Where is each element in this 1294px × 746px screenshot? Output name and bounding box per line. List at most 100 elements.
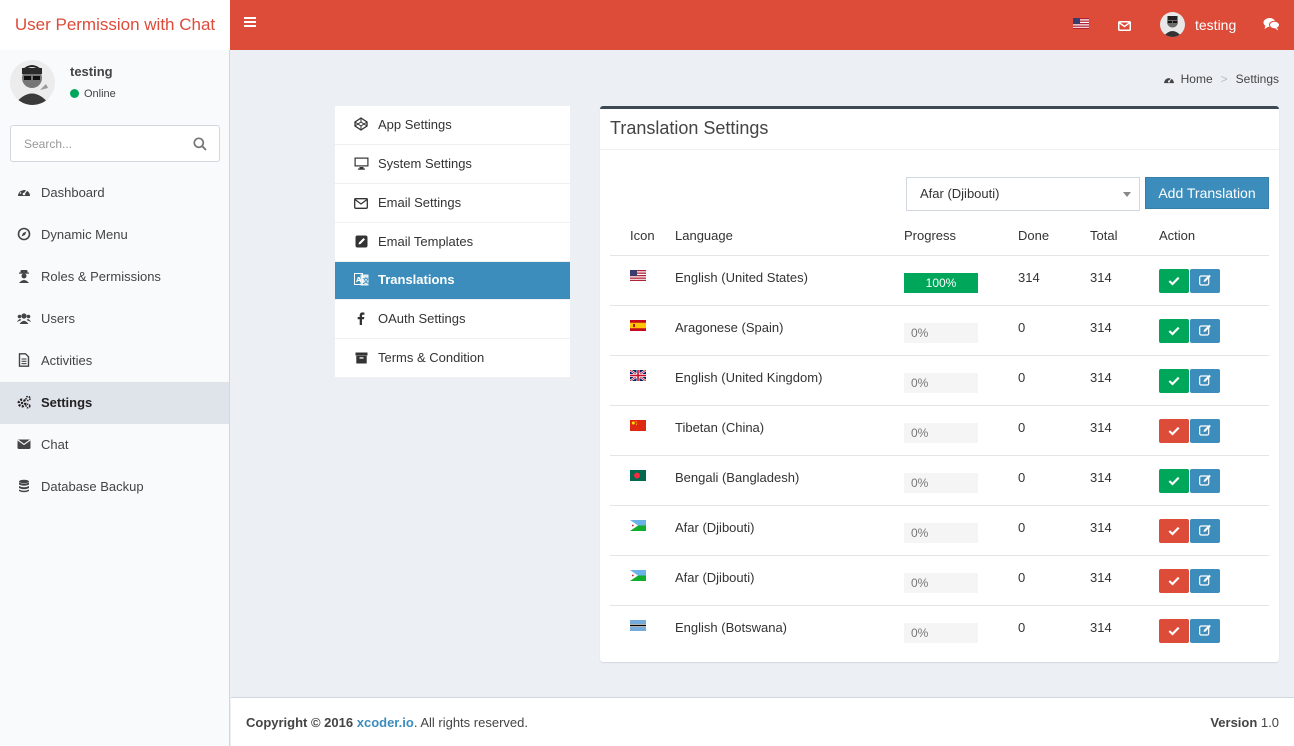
edit-icon [1198, 524, 1212, 539]
settings-menu: App Settings System Settings Email Setti… [335, 106, 570, 378]
comments-icon[interactable] [1263, 17, 1280, 34]
language-cell: English (Botswana) [675, 619, 787, 635]
table-row: English (United Kingdom) 0% 0 314 [610, 355, 1269, 406]
settings-item-email-templates[interactable]: Email Templates [335, 223, 570, 262]
progress-label: 0% [911, 425, 929, 440]
table-row: English (United States) 100% 314 314 [610, 255, 1269, 306]
enabled-toggle-button[interactable] [1159, 318, 1189, 343]
settings-item-oauth-settings[interactable]: OAuth Settings [335, 300, 570, 339]
add-translation-button[interactable]: Add Translation [1145, 177, 1269, 209]
language-cell: Bengali (Bangladesh) [675, 455, 904, 506]
enabled-toggle-button[interactable] [1159, 468, 1189, 493]
action-cell [1159, 505, 1269, 556]
done-cell: 0 [1018, 619, 1026, 635]
language-select[interactable]: Afar (Djibouti) [906, 177, 1140, 211]
action-cell [1159, 405, 1269, 456]
language-cell: English (United Kingdom) [675, 355, 904, 406]
edit-button[interactable] [1190, 618, 1220, 643]
codepen-icon [353, 108, 369, 131]
language-select-value: Afar (Djibouti) [920, 186, 1000, 201]
settings-item-label: App Settings [378, 117, 452, 132]
column-header-done: Done [1018, 217, 1090, 256]
progress-bar: 0% [904, 422, 978, 443]
sidebar-item-roles-permissions[interactable]: Roles & Permissions [0, 256, 229, 298]
done-cell: 0 [1018, 405, 1090, 456]
sidebar-item-label: Activities [41, 353, 93, 368]
sidebar-item-dynamic-menu[interactable]: Dynamic Menu [0, 214, 229, 256]
progress-cell: 0% [904, 555, 1018, 606]
progress-cell: 100% [904, 255, 1018, 306]
sidebar-item-users[interactable]: Users [0, 298, 229, 340]
breadcrumb-home-link[interactable]: Home [1181, 72, 1213, 86]
search-input[interactable] [11, 126, 181, 161]
check-icon [1168, 324, 1180, 339]
check-icon [1168, 424, 1180, 439]
caret-down-icon [1123, 192, 1131, 197]
action-cell [1159, 355, 1269, 406]
sidebar-item-label: Chat [41, 437, 69, 452]
facebook-icon [353, 302, 369, 325]
settings-item-label: Translations [378, 272, 455, 287]
copyright-prefix: Copyright © 2016 [246, 715, 354, 730]
sidebar-item-dashboard[interactable]: Dashboard [0, 172, 229, 214]
sidebar-item-chat[interactable]: Chat [0, 424, 229, 466]
search-icon[interactable] [193, 137, 207, 154]
disabled-toggle-button[interactable] [1159, 518, 1189, 543]
settings-item-terms-condition[interactable]: Terms & Condition [335, 339, 570, 378]
disabled-toggle-button[interactable] [1159, 618, 1189, 643]
settings-item-label: Terms & Condition [378, 350, 485, 365]
edit-button[interactable] [1190, 268, 1220, 293]
sidebar-item-settings[interactable]: Settings [0, 382, 229, 424]
total-cell: 314 [1090, 355, 1159, 406]
edit-button[interactable] [1190, 468, 1220, 493]
table-row: Tibetan (China) 0% 0 314 [610, 405, 1269, 456]
edit-icon [1198, 324, 1212, 339]
sidebar: testing Online Dashboard Dynamic Menu Ro… [0, 50, 230, 746]
progress-label: 0% [911, 375, 929, 390]
cogs-icon [17, 384, 31, 409]
user-avatar [10, 60, 55, 105]
topbar-username[interactable]: testing [1195, 0, 1236, 50]
edit-button[interactable] [1190, 418, 1220, 443]
column-header-language: Language [675, 217, 904, 256]
settings-item-label: OAuth Settings [378, 311, 466, 326]
edit-button[interactable] [1190, 568, 1220, 593]
settings-item-translations[interactable]: A 文 Translations [335, 262, 570, 300]
gb-flag-icon [630, 369, 646, 381]
total-cell: 314 [1090, 505, 1159, 556]
check-icon [1168, 524, 1180, 539]
user-avatar-small[interactable] [1160, 12, 1185, 37]
us-flag-icon[interactable] [1073, 17, 1089, 32]
disabled-toggle-button[interactable] [1159, 418, 1189, 443]
edit-button[interactable] [1190, 368, 1220, 393]
progress-bar: 0% [904, 472, 978, 493]
progress-cell: 0% [904, 455, 1018, 506]
envelope-outline-icon [353, 186, 369, 209]
enabled-toggle-button[interactable] [1159, 368, 1189, 393]
sidebar-item-database-backup[interactable]: Database Backup [0, 466, 229, 508]
cn-flag-icon [630, 419, 646, 431]
action-cell [1159, 455, 1269, 506]
footer: Copyright © 2016 xcoder.io. All rights r… [231, 697, 1294, 746]
column-header-action: Action [1159, 217, 1269, 256]
total-cell: 314 [1090, 455, 1159, 506]
settings-item-system-settings[interactable]: System Settings [335, 145, 570, 184]
enabled-toggle-button[interactable] [1159, 268, 1189, 293]
breadcrumb: Home > Settings [1163, 72, 1279, 86]
dashboard-icon [1163, 72, 1181, 86]
pencil-square-icon [353, 225, 369, 248]
edit-icon [1198, 374, 1212, 389]
user-status-label: Online [84, 88, 116, 100]
settings-item-email-settings[interactable]: Email Settings [335, 184, 570, 223]
progress-label: 0% [911, 325, 929, 340]
app-logo[interactable]: User Permission with Chat [0, 0, 230, 50]
bw-flag-icon [630, 619, 646, 631]
edit-button[interactable] [1190, 318, 1220, 343]
edit-button[interactable] [1190, 518, 1220, 543]
hamburger-menu-icon[interactable] [244, 17, 256, 29]
sidebar-item-activities[interactable]: Activities [0, 340, 229, 382]
settings-item-app-settings[interactable]: App Settings [335, 106, 570, 145]
disabled-toggle-button[interactable] [1159, 568, 1189, 593]
envelope-icon[interactable] [1118, 19, 1131, 34]
footer-link[interactable]: xcoder.io [357, 715, 414, 730]
